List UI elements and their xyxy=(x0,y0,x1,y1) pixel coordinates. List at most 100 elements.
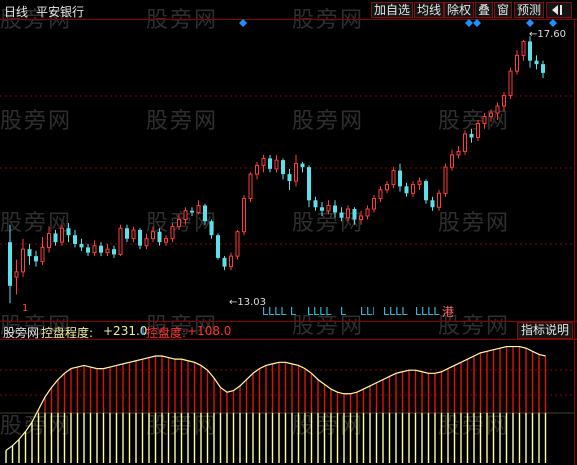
signal-label: LLLL xyxy=(383,305,408,318)
candle-body xyxy=(248,173,253,200)
candle-body xyxy=(105,248,110,254)
stock-chart-window: 日线 平安银行 加自选 均线 除权 叠 窗 预测 股旁网 股旁网 股旁网 股旁网… xyxy=(0,0,577,465)
candle-body xyxy=(274,159,279,170)
candle-body xyxy=(99,245,103,253)
candle-body xyxy=(53,233,58,243)
signal-label: LLLL xyxy=(415,305,440,318)
candle-body xyxy=(300,163,305,168)
candle-body xyxy=(170,225,175,240)
signal-label: LLLL xyxy=(307,305,332,318)
candle-body xyxy=(222,257,227,267)
signal-label: LLLL xyxy=(360,305,374,318)
candle-body xyxy=(391,170,396,186)
candle-body xyxy=(417,180,422,186)
candle-body xyxy=(437,192,441,208)
candle-body xyxy=(86,247,90,253)
candle-body xyxy=(359,215,363,220)
candle-body xyxy=(190,210,194,213)
candle-body xyxy=(66,228,71,236)
indicator-value-2: +108.0 xyxy=(187,324,232,338)
candle-body xyxy=(261,157,266,166)
candle-body xyxy=(339,212,344,218)
candle-body xyxy=(378,189,383,200)
candle-body xyxy=(333,205,337,213)
candle-body xyxy=(307,167,311,201)
candle-body xyxy=(489,112,493,118)
candle-body xyxy=(34,256,38,262)
candle-body xyxy=(177,218,181,227)
low-price-annotation: ←13.03 xyxy=(229,297,266,308)
candle-body xyxy=(404,186,409,194)
candle-body xyxy=(112,249,116,255)
candle-body xyxy=(294,163,298,182)
candle-body xyxy=(430,200,435,208)
candle-body xyxy=(8,242,12,286)
signal-label: LLLL xyxy=(340,305,346,318)
candle-body xyxy=(541,64,545,73)
candlestick-series xyxy=(8,36,545,304)
candle-body xyxy=(235,231,240,257)
price-grid xyxy=(0,95,574,396)
candle-body xyxy=(229,255,233,268)
candle-body xyxy=(443,166,448,194)
candle-body xyxy=(203,205,207,222)
signal-diamond xyxy=(473,19,481,27)
control-curve xyxy=(5,345,546,451)
signal-diamond xyxy=(549,19,557,27)
candle-body xyxy=(281,160,285,175)
indicator-help-button[interactable]: 指标说明 xyxy=(516,322,573,339)
candle-body xyxy=(515,54,519,72)
candle-body xyxy=(21,248,25,273)
candle-body xyxy=(40,246,45,262)
candle-body xyxy=(320,207,324,211)
candle-body xyxy=(424,181,428,201)
indicator-name-2: 控盘度: xyxy=(146,326,187,340)
signal-diamond xyxy=(526,19,534,27)
candle-body xyxy=(268,158,272,169)
candle-body xyxy=(534,60,539,65)
indicator-source: 股旁网 xyxy=(3,326,40,340)
candle-body xyxy=(183,210,188,220)
candle-body xyxy=(196,205,201,214)
candle-body xyxy=(469,133,474,138)
signal-diamond xyxy=(239,19,247,27)
candle-body xyxy=(352,209,357,220)
candle-body xyxy=(476,122,480,138)
candle-body xyxy=(385,184,389,191)
candle-body xyxy=(92,245,97,254)
price-chart[interactable] xyxy=(0,0,577,465)
candle-body xyxy=(125,228,129,239)
candle-body xyxy=(372,198,376,210)
control-histogram xyxy=(0,345,574,463)
candle-body xyxy=(255,164,259,175)
candle-body xyxy=(14,271,19,278)
candle-body xyxy=(365,208,370,217)
indicator-name: 控盘程度: xyxy=(41,326,94,340)
candle-body xyxy=(73,235,77,244)
candle-body xyxy=(47,232,51,248)
candle-body xyxy=(508,70,513,97)
signal-label: LLLL xyxy=(290,305,296,318)
candle-body xyxy=(27,249,32,257)
candle-body xyxy=(60,227,64,243)
small-marker: 1 xyxy=(22,303,29,314)
candle-body xyxy=(528,41,532,61)
candle-body xyxy=(242,198,246,233)
candle-body xyxy=(502,95,506,107)
candle-body xyxy=(411,184,415,194)
signal-label: LLLL xyxy=(262,305,287,318)
signal-diamonds xyxy=(239,19,557,27)
candle-body xyxy=(398,170,402,187)
candle-body xyxy=(79,243,84,248)
candle-body xyxy=(495,105,500,114)
candle-body xyxy=(450,154,454,168)
candle-body xyxy=(216,235,220,258)
candle-body xyxy=(157,231,162,243)
candle-body xyxy=(482,116,487,124)
candle-body xyxy=(138,229,142,246)
candle-body xyxy=(287,174,292,182)
candle-body xyxy=(118,227,123,255)
candle-body xyxy=(456,150,461,156)
high-price-annotation: ←17.60 xyxy=(529,29,566,40)
candle-body xyxy=(521,40,526,56)
